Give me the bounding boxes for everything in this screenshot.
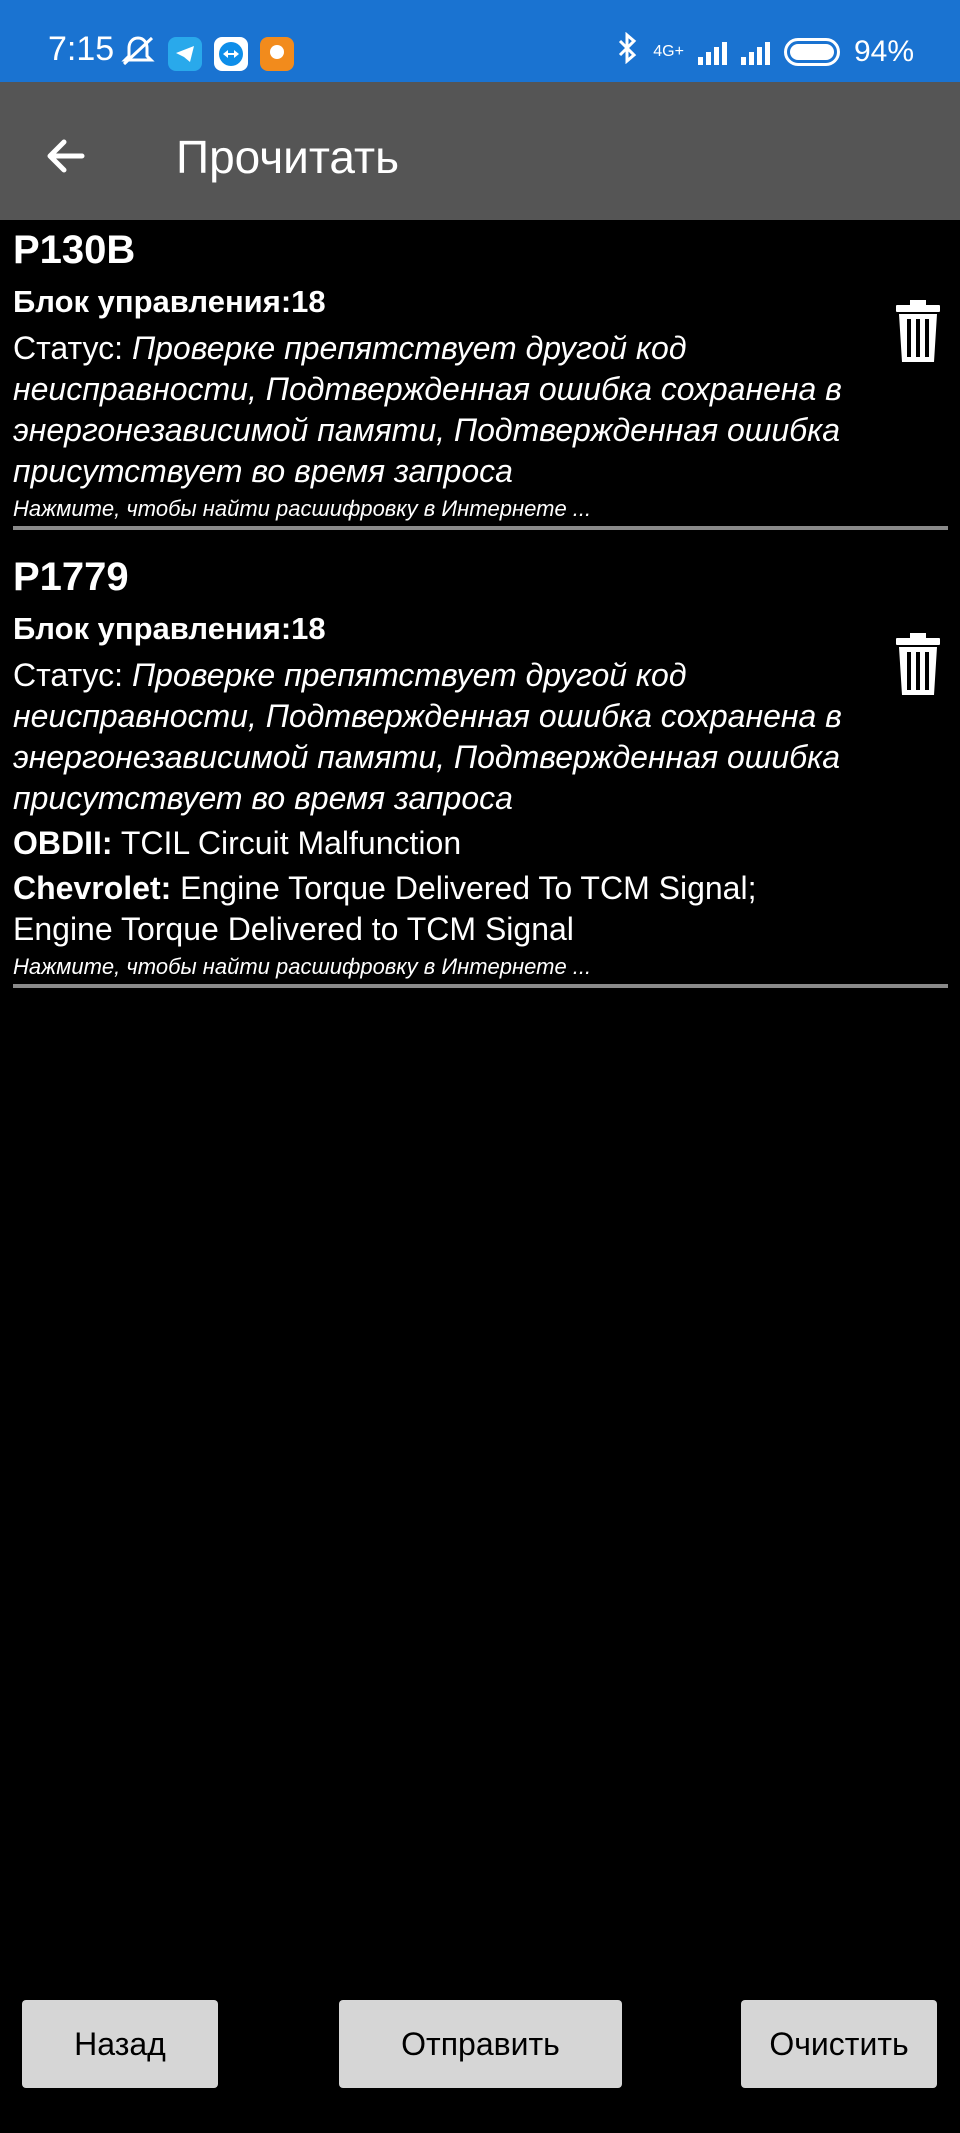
clear-button[interactable]: Очистить — [741, 2000, 937, 2088]
page-title: Прочитать — [176, 131, 400, 183]
status-label: Статус: — [13, 657, 132, 693]
notification-icons — [120, 34, 294, 73]
status-value: Проверке препятствует другой код неиспра… — [13, 657, 842, 816]
battery-percent: 94% — [853, 35, 914, 68]
divider — [13, 984, 948, 988]
back-button[interactable]: Назад — [22, 2000, 218, 2088]
control-unit-label: Блок управления:18 — [13, 611, 326, 646]
telegram-icon — [168, 36, 202, 71]
network-type: 4G+ — [653, 43, 684, 60]
status-time: 7:15 — [48, 30, 115, 68]
control-unit-label: Блок управления:18 — [13, 284, 326, 319]
status-right: 4G+ 94% — [617, 31, 914, 72]
app-icon — [260, 36, 294, 71]
divider — [13, 526, 948, 530]
status-bar: 7:15 4G+ 94% — [0, 0, 960, 82]
obd-label: OBDII: — [13, 825, 113, 861]
search-online-hint[interactable]: Нажмите, чтобы найти расшифровку в Интер… — [13, 952, 948, 982]
status-label: Статус: — [13, 330, 132, 366]
send-button[interactable]: Отправить — [339, 2000, 622, 2088]
trash-icon[interactable] — [896, 633, 940, 695]
dtc-status: Статус: Проверке препятствует другой код… — [13, 655, 863, 819]
app-bar: Прочитать — [0, 82, 960, 220]
dtc-list-item[interactable]: P130B Блок управления:18 Статус: Проверк… — [13, 226, 948, 530]
maker-description: Chevrolet: Engine Torque Delivered To TC… — [13, 868, 863, 950]
maker-label: Chevrolet: — [13, 870, 172, 906]
bluetooth-icon — [617, 31, 639, 72]
dtc-code: P130B — [13, 228, 136, 272]
signal-icon — [740, 39, 770, 65]
teamviewer-icon — [214, 36, 248, 71]
bell-off-icon — [120, 34, 156, 73]
signal-icon — [697, 39, 727, 65]
dtc-code: P1779 — [13, 555, 129, 599]
obd-description: OBDII: TCIL Circuit Malfunction — [13, 823, 863, 864]
trash-icon[interactable] — [896, 300, 940, 362]
status-value: Проверке препятствует другой код неиспра… — [13, 330, 842, 489]
search-online-hint[interactable]: Нажмите, чтобы найти расшифровку в Интер… — [13, 494, 948, 524]
dtc-list-item[interactable]: P1779 Блок управления:18 Статус: Проверк… — [13, 553, 948, 988]
dtc-status: Статус: Проверке препятствует другой код… — [13, 328, 863, 492]
back-arrow-icon[interactable] — [38, 126, 98, 186]
obd-value: TCIL Circuit Malfunction — [112, 825, 462, 861]
battery-icon — [783, 38, 840, 66]
